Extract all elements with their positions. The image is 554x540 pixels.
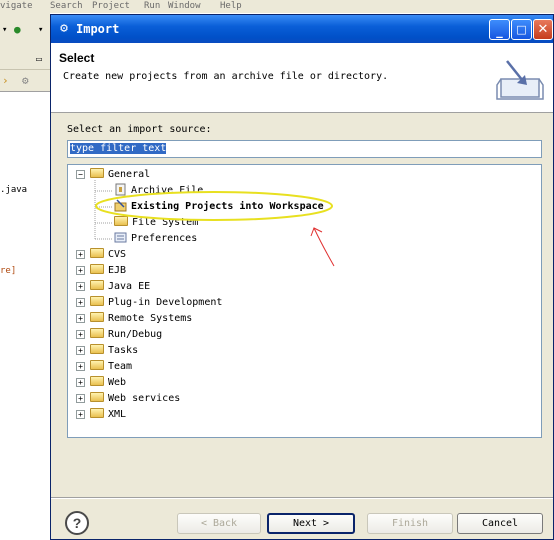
bg-editor-line: .java	[0, 185, 28, 195]
folder-icon	[90, 264, 104, 274]
tree-item-label: Run/Debug	[108, 329, 163, 340]
tree-item-label: Existing Projects into Workspace	[131, 201, 324, 212]
tree-item-label: Remote Systems	[108, 313, 193, 324]
back-button[interactable]: < Back	[177, 513, 261, 534]
bg-editor-line: re]	[0, 266, 17, 276]
run-debug-icon[interactable]: ●	[14, 23, 21, 36]
tree-item-label: Web services	[108, 393, 181, 404]
wizard-page-title: Select	[59, 51, 95, 65]
folder-icon	[90, 344, 104, 354]
tree-item-label: EJB	[108, 265, 127, 276]
wizard-page-description: Create new projects from an archive file…	[63, 71, 389, 82]
folder-icon	[90, 408, 104, 418]
bg-view-toolbar-2: › ⚙	[0, 70, 50, 92]
filter-input-text: type filter text	[70, 143, 167, 154]
minimize-view-icon[interactable]: ▭	[36, 54, 42, 65]
footer-separator	[51, 497, 553, 499]
link-editor-icon[interactable]: ⚙	[22, 74, 29, 87]
help-button[interactable]: ?	[65, 511, 89, 535]
dropdown-arrow-icon[interactable]: ▾	[38, 25, 43, 35]
folder-icon	[90, 360, 104, 370]
tree-item-label: Web	[108, 377, 127, 388]
bg-menu-navigate[interactable]: vigate	[0, 1, 33, 11]
import-source-label: Select an import source:	[67, 124, 212, 135]
import-wizard-banner-icon	[496, 60, 544, 100]
tree-item-existing-projects[interactable]: Existing Projects into Workspace	[114, 198, 324, 215]
next-button[interactable]: Next >	[267, 513, 355, 534]
import-source-tree[interactable]: − General Archive File Existing Projects…	[67, 164, 542, 438]
close-button[interactable]: ✕	[533, 19, 553, 40]
tree-item-label: Preferences	[131, 233, 198, 244]
expand-icon[interactable]: +	[76, 298, 85, 307]
expand-icon[interactable]: +	[76, 314, 85, 323]
folder-icon	[90, 280, 104, 290]
cancel-button[interactable]: Cancel	[457, 513, 543, 534]
bg-toolbar: ▾ ● ▾	[0, 13, 50, 53]
tree-item-label: Plug-in Development	[108, 297, 223, 308]
bg-menubar: vigate Search Project Run Window Help	[0, 0, 554, 13]
bg-menu-window[interactable]: Window	[168, 1, 201, 11]
dialog-title: Import	[76, 22, 120, 36]
folder-icon	[90, 392, 104, 402]
dropdown-arrow-icon[interactable]: ▾	[2, 25, 7, 35]
folder-icon	[90, 296, 104, 306]
maximize-button[interactable]: □	[511, 19, 532, 40]
tree-item-label: Archive File	[131, 185, 204, 196]
filter-input[interactable]: type filter text	[67, 140, 542, 158]
bg-view-toolbar: ▭	[0, 53, 50, 70]
gear-icon: ⚙	[60, 21, 68, 36]
folder-icon	[90, 376, 104, 386]
expand-icon[interactable]: +	[76, 410, 85, 419]
finish-button[interactable]: Finish	[367, 513, 453, 534]
tree-item-label: Java EE	[108, 281, 151, 292]
tree-item-label: XML	[108, 409, 127, 420]
tree-connector-lines	[94, 180, 112, 240]
expand-icon[interactable]: +	[76, 394, 85, 403]
bg-menu-project[interactable]: Project	[92, 1, 130, 11]
wizard-header: Select Create new projects from an archi…	[51, 43, 553, 113]
expand-icon[interactable]: +	[76, 266, 85, 275]
expand-icon[interactable]: +	[76, 330, 85, 339]
forward-icon[interactable]: ›	[2, 74, 9, 87]
import-dialog: ⚙ Import _ □ ✕ Select Create new project…	[50, 14, 554, 540]
expand-icon[interactable]: +	[76, 346, 85, 355]
bg-menu-help[interactable]: Help	[220, 1, 242, 11]
wizard-body: Select an import source: type filter tex…	[51, 114, 553, 490]
folder-icon	[90, 328, 104, 338]
minimize-button[interactable]: _	[489, 19, 510, 40]
folder-icon	[90, 312, 104, 322]
expand-icon[interactable]: +	[76, 378, 85, 387]
tree-item-label: Tasks	[108, 345, 139, 356]
bg-menu-search[interactable]: Search	[50, 1, 83, 11]
expand-icon[interactable]: +	[76, 282, 85, 291]
tree-item-label: Team	[108, 361, 133, 372]
tree-item-label: File System	[132, 217, 199, 228]
dialog-titlebar[interactable]: ⚙ Import _ □ ✕	[51, 15, 553, 43]
expand-icon[interactable]: +	[76, 362, 85, 371]
bg-menu-run[interactable]: Run	[144, 1, 160, 11]
